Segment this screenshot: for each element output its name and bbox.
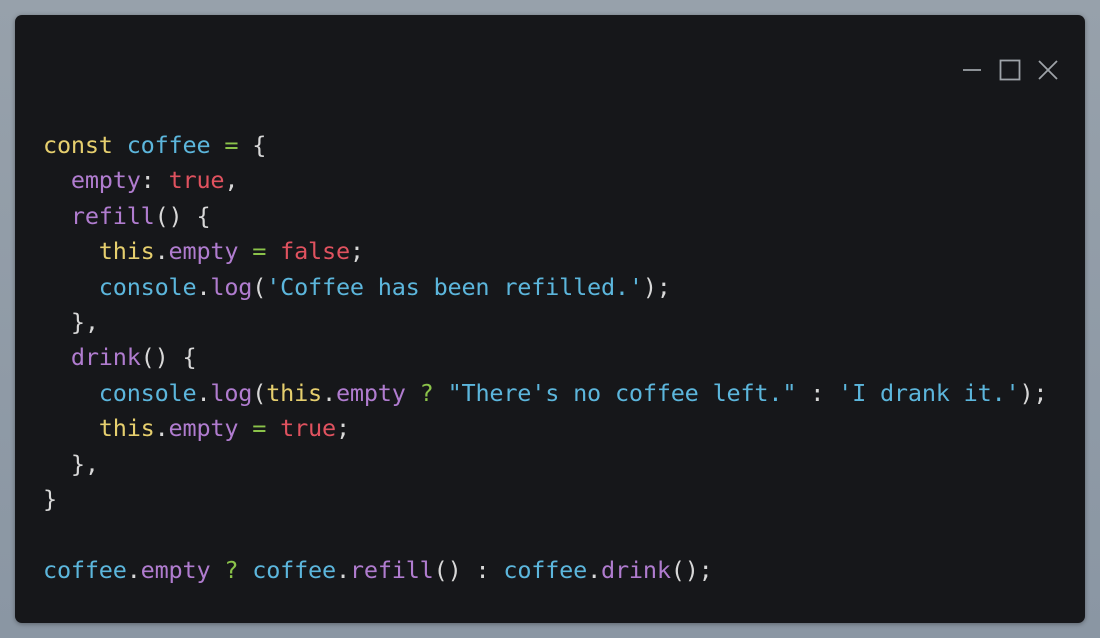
code-token: );: [642, 272, 671, 301]
code-line: console.log(this.empty ? "There's no cof…: [43, 376, 1048, 411]
code-token: empty: [168, 237, 239, 266]
code-token: ,: [224, 166, 239, 195]
code-line: }: [43, 482, 1047, 517]
code-token: {: [238, 131, 267, 159]
code-token: this: [266, 378, 322, 407]
maximize-icon: [999, 59, 1021, 81]
code-line: drink() {: [43, 340, 1047, 375]
code-token: .: [154, 414, 169, 443]
code-token: true: [280, 414, 336, 443]
code-token: coffee: [503, 555, 588, 584]
code-token: this: [98, 237, 155, 266]
code-token: =: [224, 131, 239, 159]
code-token: .: [196, 378, 211, 407]
code-token: .: [154, 237, 169, 266]
code-token: 'Coffee has been refilled.': [266, 272, 643, 301]
window-controls: [945, 59, 1059, 81]
code-token: console: [98, 378, 197, 407]
code-token: ;: [335, 414, 350, 443]
code-token: 'I drank it.': [838, 378, 1020, 407]
code-token: coffee: [43, 555, 127, 584]
code-token: :: [140, 166, 169, 195]
code-block: const coffee = { empty: true, refill() {…: [43, 128, 1048, 588]
code-token: =: [252, 237, 267, 266]
close-icon: [1038, 60, 1058, 80]
code-line: console.log('Coffee has been refilled.')…: [43, 270, 1047, 305]
code-token: () {: [140, 343, 197, 372]
code-line: },: [43, 447, 1047, 482]
code-token: },: [43, 307, 99, 336]
code-token: .: [126, 555, 141, 584]
maximize-button[interactable]: [999, 59, 1021, 81]
code-token: this: [98, 414, 155, 443]
code-token: .: [196, 272, 211, 301]
code-token: coffee: [126, 131, 211, 159]
code-token: () :: [433, 555, 504, 584]
code-token: console: [98, 272, 197, 301]
code-token: empty: [70, 166, 141, 195]
code-line: empty: true,: [43, 163, 1047, 198]
code-token: ?: [419, 378, 434, 407]
code-line: this.empty = false;: [43, 234, 1047, 269]
code-token: :: [796, 378, 839, 407]
code-token: coffee: [252, 555, 336, 584]
code-token: empty: [335, 378, 406, 407]
code-token: .: [335, 555, 350, 584]
code-token: .: [587, 555, 602, 584]
close-button[interactable]: [1037, 59, 1059, 81]
code-token: );: [1019, 378, 1048, 407]
code-line: this.empty = true;: [43, 411, 1047, 446]
code-token: drink: [601, 555, 671, 584]
code-token: empty: [140, 555, 211, 584]
code-token: .: [322, 378, 336, 407]
code-token: () {: [154, 201, 211, 230]
code-token: (: [252, 378, 267, 407]
code-token: },: [43, 449, 99, 478]
code-token: =: [252, 414, 267, 443]
code-token: log: [210, 378, 253, 407]
code-token: }: [43, 484, 57, 513]
code-window: const coffee = { empty: true, refill() {…: [15, 15, 1085, 623]
code-line: coffee.empty ? coffee.refill() : coffee.…: [43, 553, 1047, 588]
code-token: ?: [224, 555, 239, 584]
code-token: ;: [349, 237, 364, 266]
minimize-button[interactable]: [961, 59, 983, 81]
code-token: true: [168, 166, 225, 195]
code-token: false: [280, 237, 350, 266]
code-token: ();: [670, 555, 713, 584]
code-token: (: [252, 272, 267, 301]
code-line: refill() {: [43, 199, 1047, 234]
code-token: "There's no coffee left.": [447, 378, 797, 407]
code-token: refill: [70, 201, 155, 230]
code-line: const coffee = {: [43, 128, 1047, 163]
code-token: empty: [168, 414, 239, 443]
code-token: drink: [70, 343, 141, 372]
code-token: log: [210, 272, 253, 301]
minimize-icon: [963, 69, 981, 71]
code-token: refill: [349, 555, 434, 584]
code-line: },: [43, 305, 1047, 340]
code-token: const: [43, 131, 113, 159]
